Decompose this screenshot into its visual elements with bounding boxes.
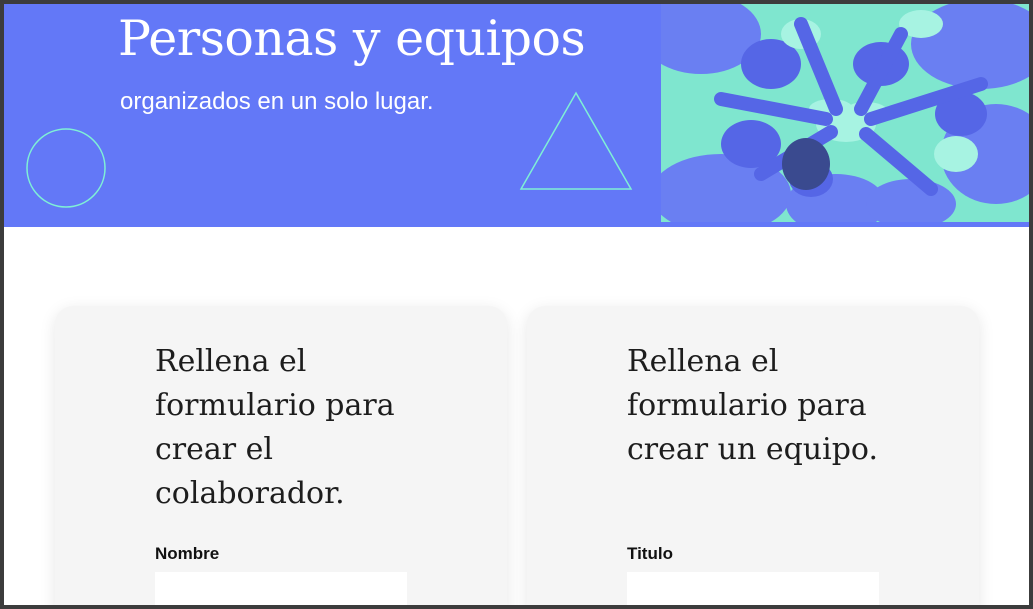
decorative-circle-icon — [26, 128, 106, 208]
nombre-label: Nombre — [155, 544, 220, 563]
hero-subtitle: organizados en un solo lugar. — [120, 88, 434, 115]
titulo-label: Titulo — [627, 544, 673, 563]
hero-title: Personas y equipos — [118, 10, 586, 67]
team-hands-photo — [661, 4, 1029, 222]
page-frame: Personas y equipos organizados en un sol… — [4, 4, 1029, 605]
collaborator-form-card: Rellena el formulario para crear el cola… — [55, 306, 507, 605]
hero-banner: Personas y equipos organizados en un sol… — [4, 4, 1029, 227]
collaborator-form-heading: Rellena el formulario para crear el cola… — [155, 344, 395, 511]
team-form-heading: Rellena el formulario para crear un equi… — [627, 344, 878, 467]
titulo-input[interactable] — [627, 572, 879, 605]
team-form-card: Rellena el formulario para crear un equi… — [527, 306, 979, 605]
decorative-triangle-icon — [519, 91, 633, 190]
nombre-input[interactable] — [155, 572, 407, 605]
